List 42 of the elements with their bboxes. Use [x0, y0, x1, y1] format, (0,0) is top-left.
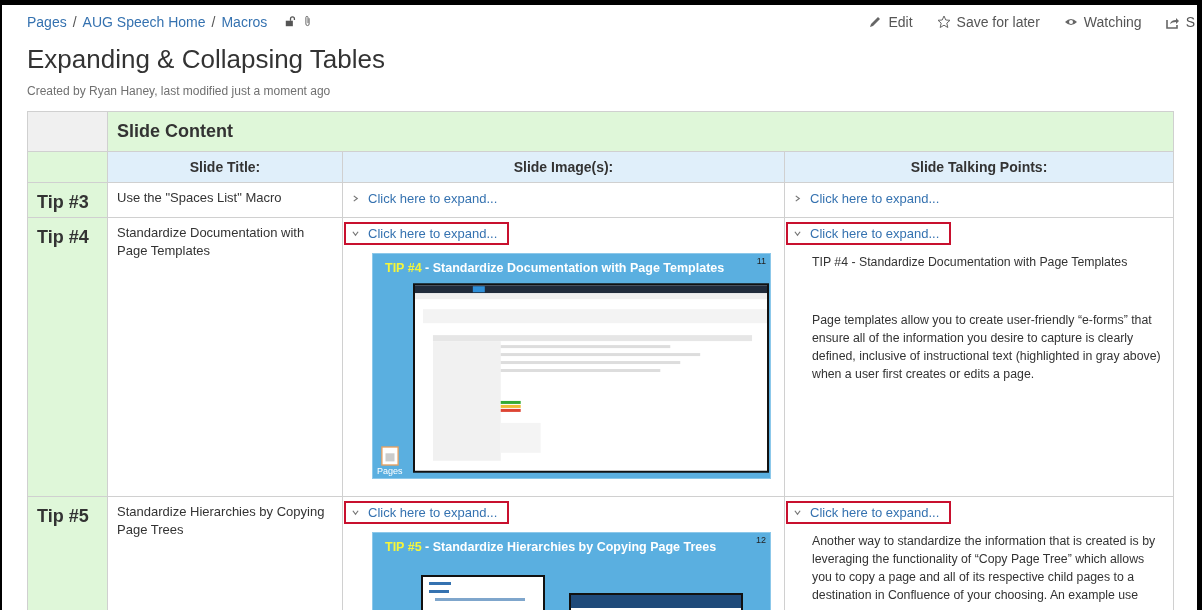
paragraph: Another way to standardize the information that is created is by leveraging the functionality of “Copy Page Tree” which allows you to copy a page and all of its respective child pages to a destination in Confluence of your choosing. An example use — [812, 533, 1157, 604]
column-header: Slide Image(s): — [342, 151, 785, 183]
byline: Created by Ryan Haney, last modified just a moment ago — [27, 84, 332, 98]
chevron-icon — [352, 195, 359, 202]
breadcrumb-link[interactable]: Pages — [27, 13, 67, 30]
row-header: Tip #5 — [27, 496, 108, 610]
slide-number: 12 — [756, 535, 766, 545]
chevron-icon — [794, 509, 801, 516]
slide-title: TIP #5 - Standardize Hierarchies by Copying Page Trees — [385, 540, 717, 554]
row-header: Tip #4 — [27, 217, 108, 497]
row-header: Tip #3 — [27, 182, 108, 218]
expand-link[interactable]: Click here to expand... — [344, 222, 510, 245]
breadcrumb-separator: / — [72, 13, 77, 30]
chevron-icon — [352, 230, 359, 237]
slide-number: 11 — [756, 256, 766, 266]
column-header: Slide Title: — [107, 151, 343, 183]
watch-action[interactable]: Watching — [1063, 13, 1142, 30]
share-action[interactable]: S — [1165, 13, 1195, 30]
pencil-icon — [868, 14, 883, 29]
expand-link[interactable]: Click here to expand... — [344, 501, 510, 524]
page-title: Expanding & Collapsing Tables — [27, 44, 386, 75]
expand-link[interactable]: Click here to expand... — [786, 222, 952, 245]
slide-title: TIP #4 - Standardize Documentation with Page Templates — [385, 261, 725, 275]
unlocked-padlock-icon[interactable] — [285, 15, 297, 28]
chevron-icon — [794, 230, 801, 237]
badge-label: Pages — [377, 466, 403, 476]
paragraph: TIP #4 - Standardize Documentation with Page Templates — [812, 254, 1129, 271]
star-icon — [936, 14, 951, 29]
table-heading: Slide Content — [107, 111, 1174, 152]
breadcrumb-link[interactable]: AUG Speech Home — [82, 13, 206, 30]
breadcrumb-separator: / — [211, 13, 216, 30]
expand-link[interactable]: Click here to expand... — [786, 501, 952, 524]
chevron-icon — [794, 195, 801, 202]
column-header: Slide Talking Points: — [784, 151, 1174, 183]
edit-action[interactable]: Edit — [868, 13, 913, 30]
document-icon — [380, 446, 399, 466]
paragraph: Page templates allow you to create user-friendly “e-forms” that ensure all of the information you desire to capture is clearly defined, inclusive of instructional text (highlighted in gray above) when a user first creates or edits a page. — [812, 312, 1162, 383]
save-action[interactable]: Save for later — [936, 13, 1040, 30]
breadcrumb-link[interactable]: Macros — [221, 13, 268, 30]
table-cell: Use the "Spaces List" Macro — [107, 182, 343, 218]
table-cell: Standardize Documentation with Page Templates — [107, 217, 343, 497]
chevron-icon — [352, 509, 359, 516]
